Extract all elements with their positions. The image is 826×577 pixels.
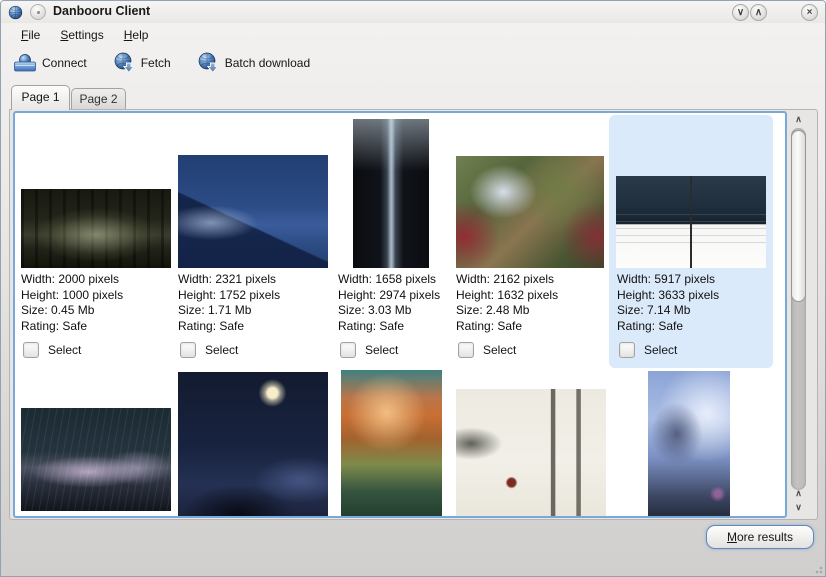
batch-download-label: Batch download [225, 56, 310, 70]
fetch-button[interactable]: Fetch [109, 50, 175, 76]
scroll-down-icon[interactable]: ∨ [790, 500, 807, 515]
results-list: Width: 2000 pixels Height: 1000 pixels S… [13, 111, 787, 518]
post-height: Height: 1000 pixels [21, 288, 123, 304]
post-rating: Rating: Safe [178, 319, 280, 335]
scroll-up-icon[interactable]: ∧ [790, 112, 807, 127]
post-rating: Rating: Safe [21, 319, 123, 335]
resize-grip[interactable] [813, 564, 823, 574]
select-label: Select [644, 343, 677, 357]
post-metadata: Width: 2162 pixels Height: 1632 pixels S… [456, 272, 558, 334]
select-label: Select [48, 343, 81, 357]
connect-label: Connect [42, 56, 87, 70]
scrollbar-track[interactable] [791, 128, 806, 490]
menu-settings[interactable]: Settings [50, 25, 113, 45]
tab-page-1[interactable]: Page 1 [11, 85, 70, 110]
menubar: File Settings Help [1, 23, 825, 47]
select-checkbox[interactable] [180, 342, 196, 358]
post-thumbnail-spread[interactable] [616, 176, 766, 268]
post-height: Height: 2974 pixels [338, 288, 440, 304]
post-metadata: Width: 5917 pixels Height: 3633 pixels S… [617, 272, 719, 334]
close-button[interactable]: × [801, 4, 818, 21]
post-thumbnail-alley[interactable] [353, 119, 429, 268]
post-thumbnail-rooftops[interactable] [178, 155, 328, 268]
window-pin-button[interactable] [30, 4, 46, 20]
post-thumbnail-castle[interactable] [648, 371, 730, 518]
select-row: Select [23, 342, 81, 358]
fetch-globe-download-icon [113, 52, 136, 74]
menu-file[interactable]: File [11, 25, 50, 45]
post-size: Size: 7.14 Mb [617, 303, 719, 319]
select-checkbox[interactable] [340, 342, 356, 358]
post-metadata: Width: 1658 pixels Height: 2974 pixels S… [338, 272, 440, 334]
select-row: Select [340, 342, 398, 358]
select-row: Select [180, 342, 238, 358]
post-width: Width: 5917 pixels [617, 272, 719, 288]
scroll-up-icon[interactable]: ∧ [790, 486, 807, 501]
post-size: Size: 3.03 Mb [338, 303, 440, 319]
post-rating: Rating: Safe [617, 319, 719, 335]
connect-button[interactable]: Connect [9, 51, 91, 75]
post-height: Height: 3633 pixels [617, 288, 719, 304]
menu-help[interactable]: Help [114, 25, 159, 45]
select-checkbox[interactable] [458, 342, 474, 358]
post-thumbnail-orange-city[interactable] [341, 370, 442, 518]
select-label: Select [483, 343, 516, 357]
post-size: Size: 0.45 Mb [21, 303, 123, 319]
post-thumbnail-rainy-city[interactable] [21, 408, 171, 511]
post-rating: Rating: Safe [456, 319, 558, 335]
more-results-button[interactable]: More results [706, 525, 814, 549]
toolbar: Connect Fetch Batch download [1, 47, 825, 79]
select-label: Select [205, 343, 238, 357]
post-width: Width: 2162 pixels [456, 272, 558, 288]
post-size: Size: 1.71 Mb [178, 303, 280, 319]
post-rating: Rating: Safe [338, 319, 440, 335]
select-checkbox[interactable] [23, 342, 39, 358]
post-height: Height: 1752 pixels [178, 288, 280, 304]
batch-download-globe-icon [197, 52, 220, 74]
window-title: Danbooru Client [53, 4, 150, 18]
more-results-label: More results [727, 526, 793, 548]
fetch-label: Fetch [141, 56, 171, 70]
batch-download-button[interactable]: Batch download [193, 50, 314, 76]
select-label: Select [365, 343, 398, 357]
post-metadata: Width: 2321 pixels Height: 1752 pixels S… [178, 272, 280, 334]
post-metadata: Width: 2000 pixels Height: 1000 pixels S… [21, 272, 123, 334]
select-row: Select [458, 342, 516, 358]
vertical-scrollbar: ∧ ∧ ∨ [790, 112, 807, 516]
post-height: Height: 1632 pixels [456, 288, 558, 304]
minimize-button[interactable]: ∨ [732, 4, 749, 21]
connect-drawer-icon [13, 53, 37, 73]
post-thumbnail-warehouse[interactable] [21, 189, 171, 268]
select-row: Select [619, 342, 677, 358]
maximize-button[interactable]: ∧ [750, 4, 767, 21]
danbooru-client-window: Danbooru Client ∨ ∧ × File Settings Help… [0, 0, 826, 577]
titlebar[interactable]: Danbooru Client ∨ ∧ × [1, 1, 825, 23]
select-checkbox[interactable] [619, 342, 635, 358]
post-thumbnail-painting[interactable] [456, 156, 604, 268]
scrollbar-thumb[interactable] [791, 130, 806, 302]
post-width: Width: 1658 pixels [338, 272, 440, 288]
post-size: Size: 2.48 Mb [456, 303, 558, 319]
post-thumbnail-moon-pylon[interactable] [178, 372, 328, 518]
tab-page-2[interactable]: Page 2 [71, 88, 126, 110]
post-thumbnail-snow-girl[interactable] [456, 389, 606, 518]
post-width: Width: 2000 pixels [21, 272, 123, 288]
post-width: Width: 2321 pixels [178, 272, 280, 288]
app-globe-icon [8, 5, 23, 20]
